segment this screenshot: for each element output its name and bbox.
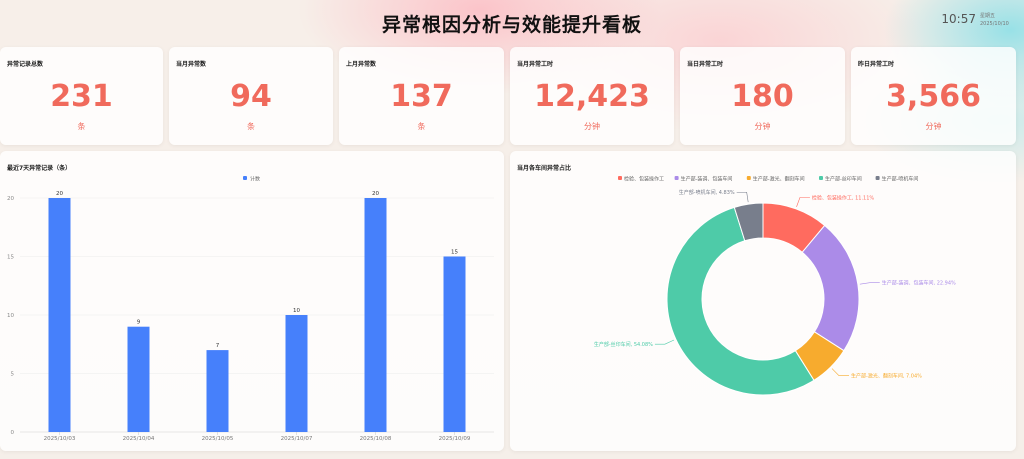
kpi-card-today-hours: 当日异常工时 180 分钟 xyxy=(680,47,845,145)
x-tick-label: 2025/10/05 xyxy=(202,436,234,442)
legend-label: 计数 xyxy=(250,176,260,183)
kpi-label: 当日异常工时 xyxy=(687,61,724,68)
slice-data-label: 生产部-丝印车间, 54.08% xyxy=(594,341,653,348)
slice-data-label: 生产部-激光、翻刻车间, 7.04% xyxy=(851,373,922,380)
kpi-unit: 条 xyxy=(417,122,426,131)
kpi-card-month-hours: 当月异常工时 12,423 分钟 xyxy=(510,47,674,145)
bar-data-label: 20 xyxy=(56,191,63,197)
legend-label: 生产部-丝印车间 xyxy=(825,176,862,183)
slice-leader-line xyxy=(736,191,749,203)
weekday: 星期五 xyxy=(980,13,996,19)
legend-swatch xyxy=(618,176,622,180)
legend-swatch xyxy=(875,176,880,180)
legend-swatch xyxy=(819,176,823,180)
kpi-value: 3,566 xyxy=(886,79,981,114)
y-tick-label: 0 xyxy=(11,430,15,436)
bar-data-label: 20 xyxy=(372,191,379,197)
kpi-value: 94 xyxy=(230,79,272,114)
bar-data-label: 7 xyxy=(216,343,220,349)
date-block: 星期五 2025/10/10 xyxy=(980,12,1018,28)
y-tick-label: 20 xyxy=(7,196,14,202)
kpi-unit: 条 xyxy=(247,122,255,131)
kpi-label: 当月异常数 xyxy=(176,61,207,68)
legend-swatch xyxy=(243,176,247,180)
date: 2025/10/10 xyxy=(980,21,1009,27)
bar-chart: 计数 0 5 10 15 20 20 2025/10/03 9 2025/10/04 7 2025/1… xyxy=(7,176,494,442)
legend-swatch xyxy=(674,176,679,180)
kpi-card-month: 当月异常数 94 条 xyxy=(169,47,333,145)
y-tick-label: 5 xyxy=(11,372,15,378)
kpi-value: 180 xyxy=(731,79,794,114)
slice-leader-line xyxy=(796,197,810,208)
legend-swatch xyxy=(746,176,751,180)
header: 异常根因分析与效能提升看板 10:57 星期五 2025/10/10 xyxy=(0,0,1024,46)
kpi-card-yesterday-hours: 昨日异常工时 3,566 分钟 xyxy=(851,47,1016,145)
x-tick-label: 2025/10/03 xyxy=(44,436,76,442)
slice-leader-line xyxy=(831,368,850,377)
bar-chart-panel: 最近7天异常记录（条） 计数 0 5 10 15 20 20 2025/10/03 9 2025/… xyxy=(0,151,504,451)
slice-leader-line xyxy=(654,339,675,345)
page-title: 异常根因分析与效能提升看板 xyxy=(381,14,642,36)
slice-data-label: 检验、包装操作工, 11.11% xyxy=(812,194,874,201)
legend-label: 生产部-喷机车间 xyxy=(882,176,919,183)
kpi-card-total: 异常记录总数 231 条 xyxy=(0,47,163,145)
bar xyxy=(48,198,71,432)
donut-chart-panel: 当月各车间异常占比 检验、包装操作工 生产部-装调、包装车间 生产部-激光、翻刻车间… xyxy=(510,151,1016,451)
clock: 10:57 xyxy=(941,12,976,26)
bar xyxy=(206,350,229,432)
bar xyxy=(285,315,308,432)
kpi-unit: 分钟 xyxy=(925,122,942,131)
x-tick-label: 2025/10/04 xyxy=(123,436,155,442)
legend-label: 检验、包装操作工 xyxy=(624,176,664,183)
y-tick-label: 15 xyxy=(7,255,14,261)
kpi-unit: 分钟 xyxy=(754,122,771,131)
bar xyxy=(443,256,466,432)
bar xyxy=(364,198,387,432)
slice-leader-line xyxy=(859,282,880,285)
bar-data-label: 9 xyxy=(137,320,141,326)
bar-data-label: 10 xyxy=(293,308,300,314)
donut-slice xyxy=(801,224,860,352)
legend-label: 生产部-装调、包装车间 xyxy=(681,176,733,183)
kpi-label: 昨日异常工时 xyxy=(858,61,895,68)
x-tick-label: 2025/10/09 xyxy=(439,436,471,442)
x-tick-label: 2025/10/07 xyxy=(281,436,313,442)
y-tick-label: 10 xyxy=(7,313,14,319)
bar xyxy=(127,326,150,432)
kpi-label: 异常记录总数 xyxy=(7,61,44,68)
kpi-card-last-month: 上月异常数 137 条 xyxy=(339,47,504,145)
x-tick-label: 2025/10/08 xyxy=(360,436,392,442)
bar-data-label: 15 xyxy=(451,250,458,256)
kpi-value: 231 xyxy=(50,79,113,114)
kpi-unit: 分钟 xyxy=(584,122,600,131)
kpi-value: 12,423 xyxy=(534,79,650,114)
kpi-label: 上月异常数 xyxy=(346,61,377,68)
kpi-value: 137 xyxy=(390,79,453,114)
slice-data-label: 生产部-喷机车间, 4.83% xyxy=(679,189,735,196)
legend-label: 生产部-激光、翻刻车间 xyxy=(753,176,805,183)
kpi-label: 当月异常工时 xyxy=(517,61,554,68)
kpi-unit: 条 xyxy=(77,122,86,131)
donut-chart: 检验、包装操作工 生产部-装调、包装车间 生产部-激光、翻刻车间 生产部-丝印车间 生产… xyxy=(594,176,956,396)
slice-data-label: 生产部-装调、包装车间, 22.94% xyxy=(882,279,956,286)
